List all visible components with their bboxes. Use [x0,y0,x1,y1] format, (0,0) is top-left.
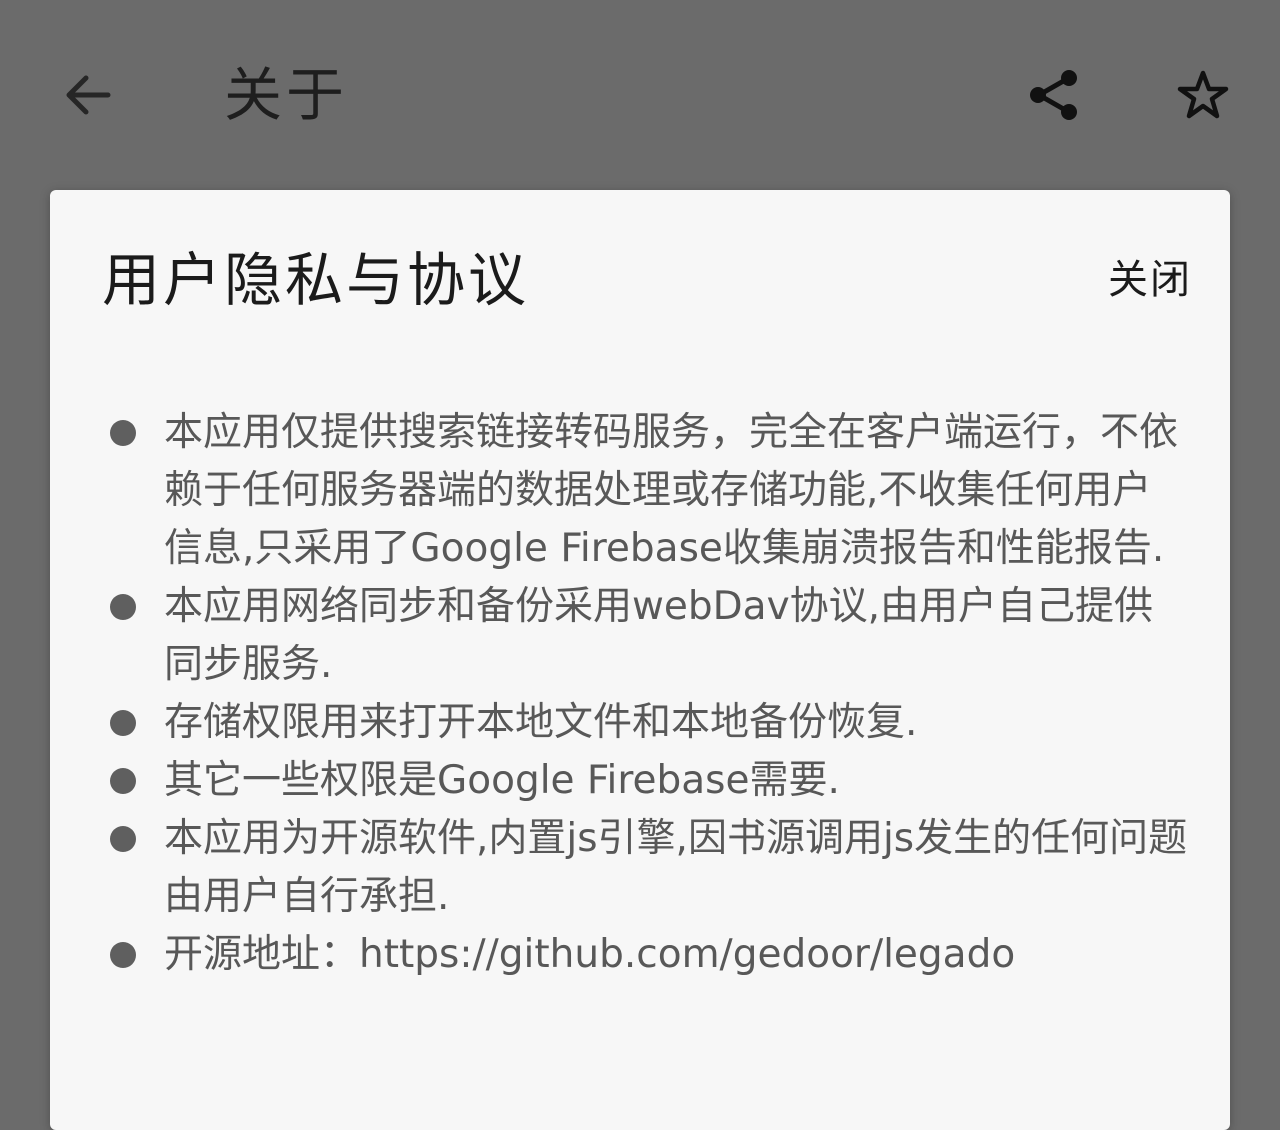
list-item-text: 本应用网络同步和备份采用webDav协议,由用户自己提供同步服务. [164,584,1154,687]
favorite-button[interactable] [1158,50,1248,140]
list-item-text[interactable]: 开源地址：https://github.com/gedoor/legado [164,932,1015,977]
bullet-icon [110,942,136,968]
bullet-icon [110,768,136,794]
arrow-left-icon [66,75,111,115]
list-item: 开源地址：https://github.com/gedoor/legado [108,926,1188,984]
share-icon [1030,70,1077,120]
list-item-text: 其它一些权限是Google Firebase需要. [164,758,840,803]
page-title: 关于 [224,61,349,129]
bullet-icon [110,420,136,446]
list-item: 本应用为开源软件,内置js引擎,因书源调用js发生的任何问题由用户自行承担. [108,810,1188,926]
app-toolbar: 关于 [0,0,1280,190]
close-button[interactable]: 关闭 [1108,252,1192,308]
list-item-text: 存储权限用来打开本地文件和本地备份恢复. [164,700,918,745]
list-item: 存储权限用来打开本地文件和本地备份恢复. [108,694,1188,752]
bullet-icon [110,826,136,852]
privacy-dialog: 用户隐私与协议 关闭 本应用仅提供搜索链接转码服务，完全在客户端运行，不依赖于任… [50,190,1230,1130]
dialog-title: 用户隐私与协议 [102,246,530,314]
bullet-icon [110,594,136,620]
share-button[interactable] [1010,50,1100,140]
bullet-icon [110,710,136,736]
list-item: 本应用网络同步和备份采用webDav协议,由用户自己提供同步服务. [108,578,1188,694]
list-item: 本应用仅提供搜索链接转码服务，完全在客户端运行，不依赖于任何服务器端的数据处理或… [108,404,1188,578]
star-outline-icon [1177,70,1229,119]
terms-list: 本应用仅提供搜索链接转码服务，完全在客户端运行，不依赖于任何服务器端的数据处理或… [108,404,1188,984]
list-item-text: 本应用为开源软件,内置js引擎,因书源调用js发生的任何问题由用户自行承担. [164,816,1188,919]
back-button[interactable] [42,50,132,140]
list-item: 其它一些权限是Google Firebase需要. [108,752,1188,810]
list-item-text: 本应用仅提供搜索链接转码服务，完全在客户端运行，不依赖于任何服务器端的数据处理或… [164,410,1179,571]
